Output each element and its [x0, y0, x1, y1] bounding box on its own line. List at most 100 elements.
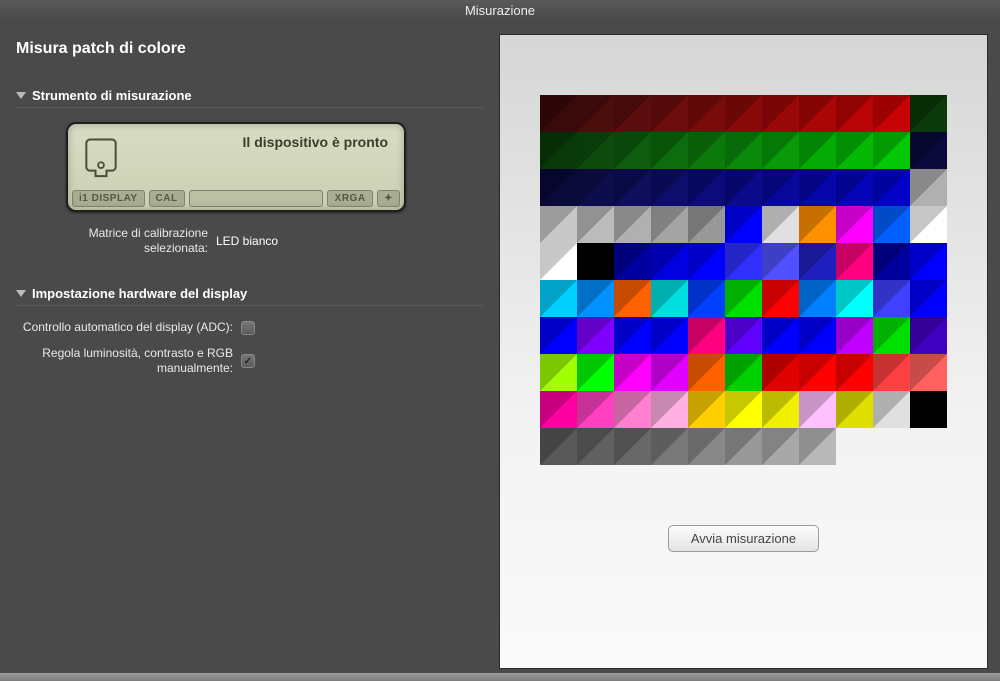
color-patch[interactable] — [725, 391, 762, 428]
color-patch[interactable] — [614, 428, 651, 465]
color-patch[interactable] — [614, 354, 651, 391]
color-patch[interactable] — [688, 317, 725, 354]
color-patch[interactable] — [799, 95, 836, 132]
color-patch[interactable] — [873, 391, 910, 428]
color-patch[interactable] — [651, 391, 688, 428]
color-patch[interactable] — [725, 280, 762, 317]
color-patch[interactable] — [725, 95, 762, 132]
color-patch[interactable] — [651, 317, 688, 354]
color-patch[interactable] — [762, 354, 799, 391]
color-patch[interactable] — [540, 132, 577, 169]
color-patch[interactable] — [614, 391, 651, 428]
color-patch[interactable] — [688, 95, 725, 132]
color-patch[interactable] — [799, 391, 836, 428]
color-patch[interactable] — [836, 95, 873, 132]
color-patch[interactable] — [836, 132, 873, 169]
color-patch[interactable] — [688, 428, 725, 465]
color-patch[interactable] — [614, 280, 651, 317]
color-patch[interactable] — [799, 243, 836, 280]
color-patch[interactable] — [799, 169, 836, 206]
color-patch[interactable] — [910, 95, 947, 132]
color-patch[interactable] — [540, 169, 577, 206]
color-patch[interactable] — [614, 95, 651, 132]
color-patch[interactable] — [540, 95, 577, 132]
lcd-display-button[interactable]: i1 DISPLAY — [72, 190, 145, 207]
color-patch[interactable] — [651, 243, 688, 280]
color-patch[interactable] — [762, 132, 799, 169]
color-patch[interactable] — [799, 354, 836, 391]
color-patch[interactable] — [651, 428, 688, 465]
color-patch[interactable] — [540, 280, 577, 317]
section-hardware-header[interactable]: Impostazione hardware del display — [16, 286, 483, 306]
color-patch[interactable] — [836, 317, 873, 354]
color-patch[interactable] — [540, 317, 577, 354]
color-patch[interactable] — [762, 243, 799, 280]
color-patch[interactable] — [688, 391, 725, 428]
color-patch[interactable] — [688, 243, 725, 280]
color-patch[interactable] — [725, 206, 762, 243]
color-patch[interactable] — [873, 280, 910, 317]
lcd-bulb-button[interactable]: ✦ — [377, 190, 400, 207]
color-patch[interactable] — [688, 132, 725, 169]
color-patch[interactable] — [799, 132, 836, 169]
color-patch[interactable] — [725, 169, 762, 206]
color-patch[interactable] — [577, 354, 614, 391]
color-patch[interactable] — [762, 428, 799, 465]
color-patch[interactable] — [688, 169, 725, 206]
color-patch[interactable] — [762, 169, 799, 206]
color-patch[interactable] — [725, 428, 762, 465]
color-patch[interactable] — [614, 132, 651, 169]
color-patch[interactable] — [577, 132, 614, 169]
color-patch[interactable] — [799, 280, 836, 317]
color-patch[interactable] — [651, 206, 688, 243]
color-patch[interactable] — [577, 169, 614, 206]
color-patch[interactable] — [577, 95, 614, 132]
manual-rgb-checkbox[interactable] — [241, 354, 255, 368]
color-patch[interactable] — [577, 317, 614, 354]
color-patch[interactable] — [910, 169, 947, 206]
color-patch[interactable] — [873, 169, 910, 206]
color-patch[interactable] — [540, 354, 577, 391]
color-patch[interactable] — [651, 354, 688, 391]
color-patch[interactable] — [651, 280, 688, 317]
color-patch[interactable] — [836, 169, 873, 206]
color-patch[interactable] — [540, 428, 577, 465]
color-patch[interactable] — [540, 206, 577, 243]
color-patch[interactable] — [762, 280, 799, 317]
color-patch[interactable] — [799, 428, 836, 465]
color-patch[interactable] — [725, 354, 762, 391]
color-patch[interactable] — [577, 243, 614, 280]
color-patch[interactable] — [836, 280, 873, 317]
lcd-cal-button[interactable]: CAL — [149, 190, 185, 207]
color-patch[interactable] — [910, 391, 947, 428]
color-patch[interactable] — [910, 280, 947, 317]
color-patch[interactable] — [688, 206, 725, 243]
color-patch[interactable] — [836, 391, 873, 428]
color-patch[interactable] — [873, 206, 910, 243]
color-patch[interactable] — [725, 132, 762, 169]
color-patch[interactable] — [836, 354, 873, 391]
color-patch[interactable] — [799, 206, 836, 243]
color-patch[interactable] — [910, 132, 947, 169]
color-patch[interactable] — [836, 206, 873, 243]
color-patch[interactable] — [762, 391, 799, 428]
lcd-xrga-button[interactable]: XRGA — [327, 190, 373, 207]
color-patch[interactable] — [910, 317, 947, 354]
color-patch[interactable] — [540, 391, 577, 428]
color-patch[interactable] — [910, 206, 947, 243]
color-patch[interactable] — [873, 132, 910, 169]
color-patch[interactable] — [762, 95, 799, 132]
color-patch[interactable] — [577, 280, 614, 317]
color-patch[interactable] — [614, 206, 651, 243]
color-patch[interactable] — [725, 317, 762, 354]
color-patch[interactable] — [651, 169, 688, 206]
color-patch[interactable] — [614, 317, 651, 354]
start-measurement-button[interactable]: Avvia misurazione — [668, 525, 819, 552]
color-patch[interactable] — [688, 280, 725, 317]
color-patch[interactable] — [614, 243, 651, 280]
color-patch[interactable] — [873, 95, 910, 132]
color-patch[interactable] — [725, 243, 762, 280]
color-patch[interactable] — [910, 354, 947, 391]
color-patch[interactable] — [762, 317, 799, 354]
color-patch[interactable] — [577, 206, 614, 243]
